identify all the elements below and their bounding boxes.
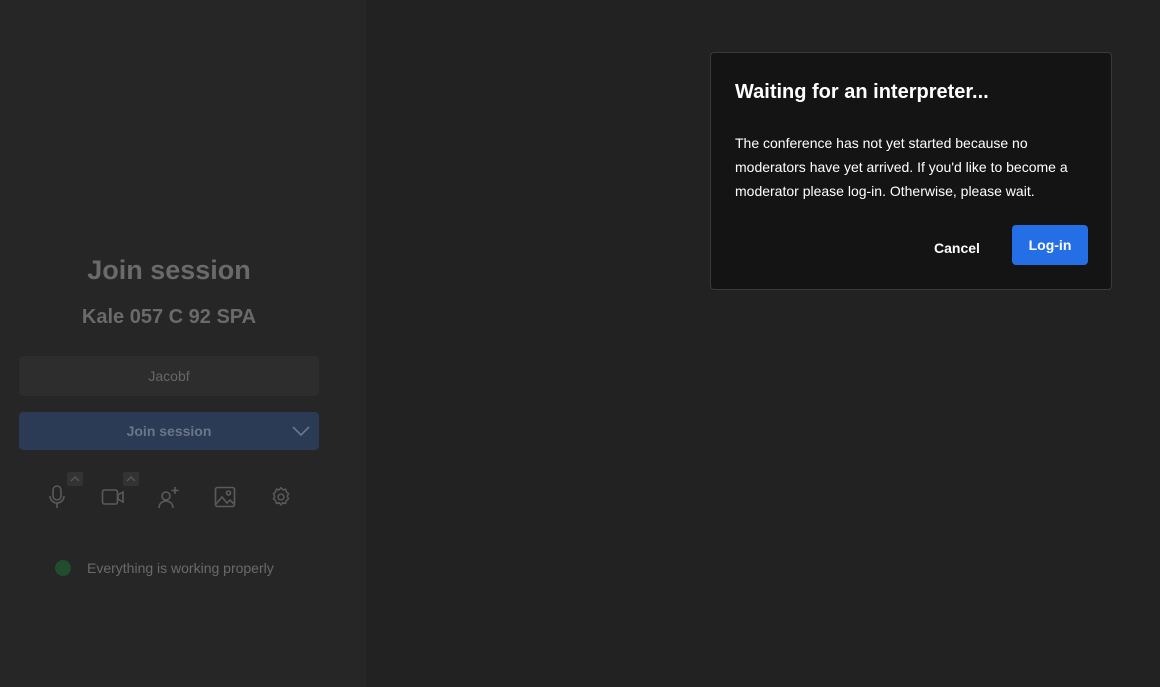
cancel-button[interactable]: Cancel	[921, 231, 993, 265]
login-button[interactable]: Log-in	[1012, 225, 1088, 265]
join-session-label: Join session	[126, 423, 212, 439]
settings-gear-icon[interactable]	[268, 484, 294, 510]
page-title: Join session	[87, 255, 251, 285]
prejoin-panel: Join session Kale 057 C 92 SPA Join sess…	[0, 0, 366, 687]
invite-person-icon[interactable]	[156, 484, 182, 510]
camera-options-caret[interactable]	[123, 472, 139, 486]
microphone-options-caret[interactable]	[67, 472, 83, 486]
dialog-title: Waiting for an interpreter...	[735, 81, 989, 103]
dialog-message: The conference has not yet started becau…	[735, 135, 1068, 199]
status-text: Everything is working properly	[87, 560, 274, 576]
room-name: Kale 057 C 92 SPA	[81, 306, 257, 328]
microphone-icon[interactable]	[44, 484, 70, 510]
waiting-dialog: Waiting for an interpreter... The confer…	[710, 52, 1112, 290]
virtual-background-icon[interactable]	[212, 484, 238, 510]
app-window: Join session Kale 057 C 92 SPA Join sess…	[0, 0, 1160, 687]
chevron-down-icon[interactable]	[291, 422, 311, 440]
status-indicator-dot	[55, 560, 71, 576]
video-camera-icon[interactable]	[100, 484, 126, 510]
display-name-input[interactable]	[19, 356, 319, 396]
join-session-button[interactable]: Join session	[19, 412, 319, 450]
